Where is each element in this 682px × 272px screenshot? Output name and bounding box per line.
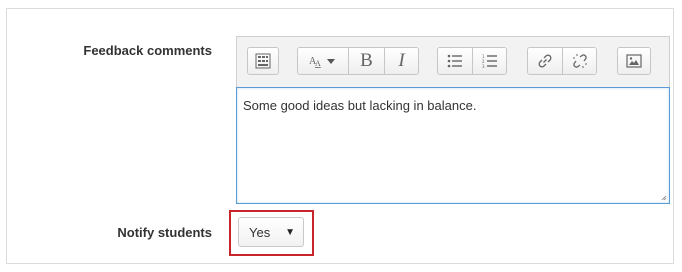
toolbar-group-links [527, 47, 597, 75]
image-icon[interactable] [618, 48, 650, 74]
feedback-comments-label: Feedback comments [83, 43, 212, 58]
notify-students-value: Yes [249, 224, 271, 240]
unordered-list-icon[interactable] [438, 48, 472, 74]
unlink-icon[interactable] [562, 48, 596, 74]
link-icon[interactable] [528, 48, 562, 74]
toolbar-group-collapse [247, 47, 279, 75]
svg-text:3: 3 [482, 64, 485, 68]
toolbar-group-format: A A B I [297, 47, 419, 75]
ordered-list-icon[interactable]: 1 2 3 [472, 48, 506, 74]
resize-handle-icon[interactable] [661, 195, 667, 201]
show-more-buttons-icon[interactable] [248, 48, 278, 74]
svg-text:A: A [315, 59, 321, 68]
feedback-editor-textarea[interactable]: Some good ideas but lacking in balance. [236, 87, 670, 204]
dropdown-arrow-icon: ▼ [285, 227, 295, 238]
feedback-text: Some good ideas but lacking in balance. [243, 98, 477, 113]
bold-icon[interactable]: B [348, 48, 384, 74]
italic-icon[interactable]: I [384, 48, 418, 74]
text-style-icon[interactable]: A A [298, 48, 348, 74]
notify-students-select[interactable]: Yes ▼ [238, 217, 304, 247]
toolbar-group-lists: 1 2 3 [437, 47, 507, 75]
notify-students-label: Notify students [117, 225, 212, 240]
toolbar-group-media [617, 47, 651, 75]
editor-toolbar: A A B I 1 2 3 [236, 36, 670, 87]
